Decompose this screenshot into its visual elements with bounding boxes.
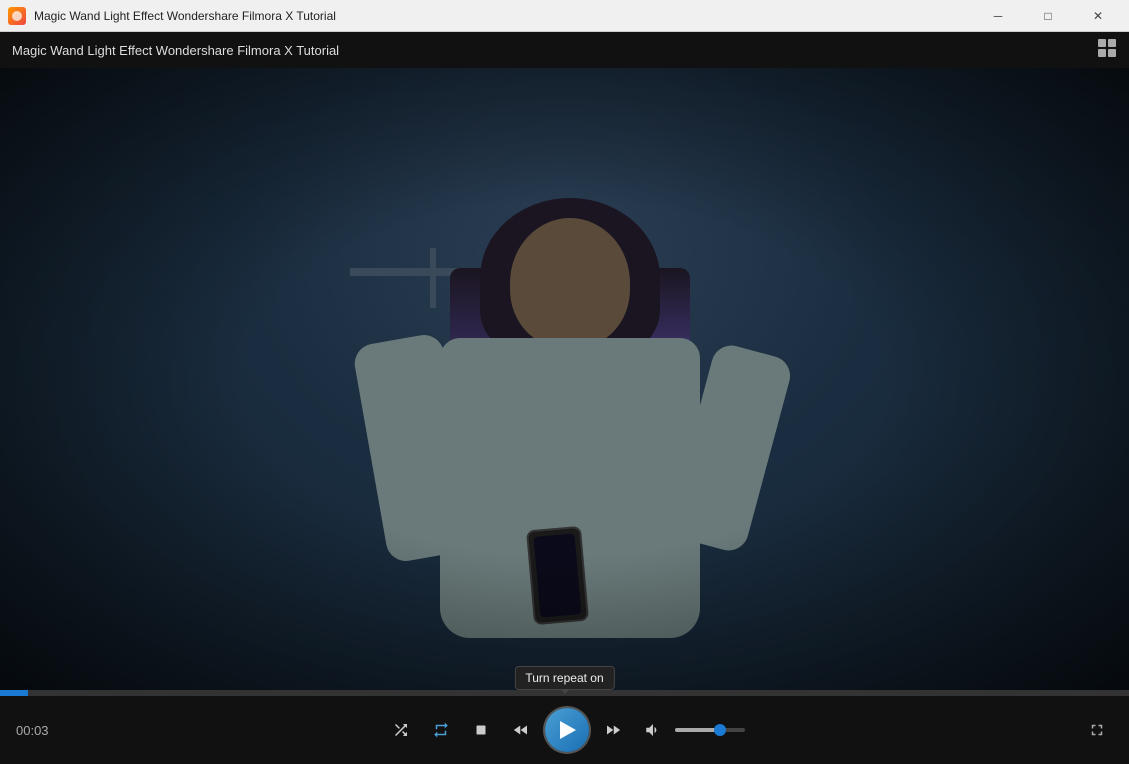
volume-button[interactable] — [637, 714, 669, 746]
grid-icon[interactable] — [1097, 38, 1117, 63]
time-display: 00:03 — [16, 723, 66, 738]
minimize-button[interactable]: ─ — [975, 0, 1021, 32]
play-button[interactable] — [545, 708, 589, 752]
volume-area — [637, 714, 745, 746]
controls-center — [385, 708, 745, 752]
video-frame — [0, 68, 1129, 690]
person-head — [510, 218, 630, 348]
title-bar-left: Magic Wand Light Effect Wondershare Film… — [8, 7, 336, 25]
rewind-button[interactable] — [505, 714, 537, 746]
fast-forward-button[interactable] — [597, 714, 629, 746]
shuffle-button[interactable] — [385, 714, 417, 746]
person-phone — [526, 526, 589, 625]
title-bar: Magic Wand Light Effect Wondershare Film… — [0, 0, 1129, 32]
controls-left: 00:03 — [16, 723, 66, 738]
volume-slider[interactable] — [675, 728, 745, 732]
stop-button[interactable] — [465, 714, 497, 746]
app-icon — [8, 7, 26, 25]
window-controls: ─ □ ✕ — [975, 0, 1121, 32]
media-title-bar: Magic Wand Light Effect Wondershare Film… — [0, 32, 1129, 68]
window-title: Magic Wand Light Effect Wondershare Film… — [34, 9, 336, 23]
close-button[interactable]: ✕ — [1075, 0, 1121, 32]
volume-slider-thumb — [714, 724, 726, 736]
controls-right — [1081, 714, 1113, 746]
maximize-button[interactable]: □ — [1025, 0, 1071, 32]
controls-bar: 00:03 — [0, 696, 1129, 764]
fullscreen-button[interactable] — [1081, 714, 1113, 746]
media-title: Magic Wand Light Effect Wondershare Film… — [12, 43, 339, 58]
person-body — [350, 188, 730, 690]
video-area — [0, 68, 1129, 690]
repeat-button[interactable] — [425, 714, 457, 746]
